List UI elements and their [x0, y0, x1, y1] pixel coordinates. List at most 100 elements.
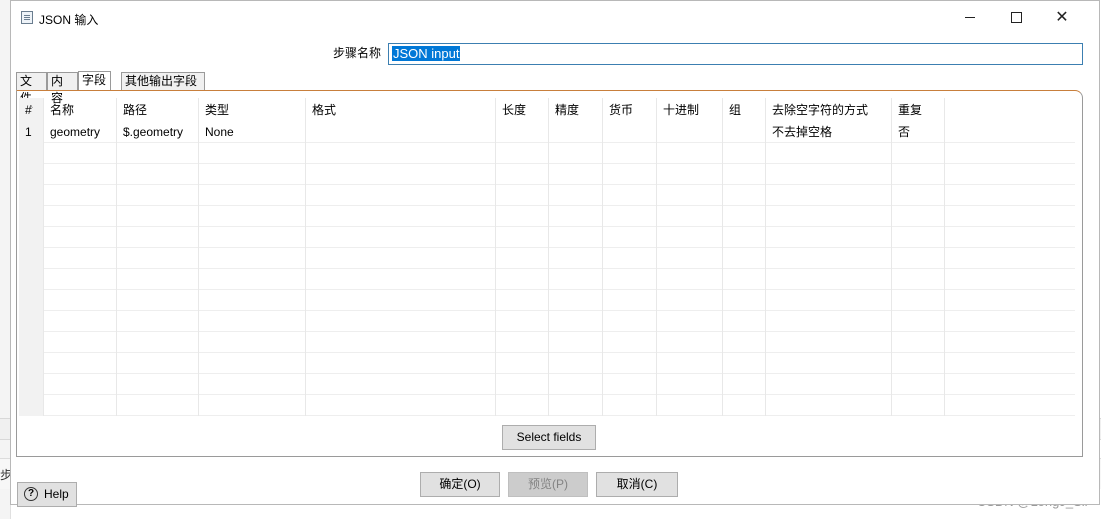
empty-cell[interactable]	[945, 290, 1075, 311]
empty-cell[interactable]	[496, 248, 549, 269]
empty-cell[interactable]	[496, 164, 549, 185]
title-bar[interactable]: JSON 输入 ✕	[11, 1, 1099, 35]
empty-table-row[interactable]	[19, 332, 1075, 353]
preview-button[interactable]: 预览(P)	[508, 472, 588, 497]
cancel-button[interactable]: 取消(C)	[596, 472, 678, 497]
empty-cell[interactable]	[657, 185, 723, 206]
empty-cell[interactable]	[657, 227, 723, 248]
empty-cell[interactable]	[549, 353, 603, 374]
tab-other-output-fields[interactable]: 其他输出字段	[121, 72, 205, 90]
column-header-format[interactable]: 格式	[306, 98, 496, 122]
empty-cell[interactable]	[657, 374, 723, 395]
empty-cell[interactable]	[549, 332, 603, 353]
empty-cell[interactable]	[945, 227, 1075, 248]
empty-cell[interactable]	[603, 269, 657, 290]
empty-cell[interactable]	[44, 353, 117, 374]
empty-cell[interactable]	[306, 185, 496, 206]
empty-cell[interactable]	[549, 311, 603, 332]
column-header-index[interactable]: ^ #	[19, 98, 44, 122]
empty-cell[interactable]	[199, 143, 306, 164]
empty-cell[interactable]	[657, 395, 723, 416]
empty-cell[interactable]	[549, 269, 603, 290]
empty-cell[interactable]	[44, 164, 117, 185]
empty-cell[interactable]	[892, 353, 945, 374]
empty-cell[interactable]	[657, 164, 723, 185]
minimize-button[interactable]	[947, 1, 993, 35]
empty-cell[interactable]	[44, 311, 117, 332]
empty-cell[interactable]	[496, 143, 549, 164]
column-header-name[interactable]: 名称	[44, 98, 117, 122]
cell-trim-type[interactable]: 不去掉空格	[766, 122, 892, 143]
empty-cell[interactable]	[892, 290, 945, 311]
empty-cell[interactable]	[549, 227, 603, 248]
empty-cell[interactable]	[945, 269, 1075, 290]
empty-cell[interactable]	[199, 248, 306, 269]
cell-path[interactable]: $.geometry	[117, 122, 199, 143]
help-button[interactable]: ? Help	[17, 482, 77, 507]
empty-cell[interactable]	[199, 353, 306, 374]
empty-cell[interactable]	[199, 164, 306, 185]
close-button[interactable]: ✕	[1039, 1, 1085, 35]
empty-cell[interactable]	[945, 248, 1075, 269]
empty-cell[interactable]	[723, 248, 766, 269]
empty-cell[interactable]	[199, 185, 306, 206]
column-header-precision[interactable]: 精度	[549, 98, 603, 122]
empty-cell[interactable]	[603, 248, 657, 269]
empty-cell[interactable]	[603, 311, 657, 332]
empty-cell[interactable]	[199, 269, 306, 290]
empty-cell[interactable]	[496, 290, 549, 311]
empty-cell[interactable]	[892, 269, 945, 290]
column-header-currency[interactable]: 货币	[603, 98, 657, 122]
empty-cell[interactable]	[892, 164, 945, 185]
empty-cell[interactable]	[117, 143, 199, 164]
empty-cell[interactable]	[306, 395, 496, 416]
column-header-length[interactable]: 长度	[496, 98, 549, 122]
empty-cell[interactable]	[549, 143, 603, 164]
cell-name[interactable]: geometry	[44, 122, 117, 143]
cell-decimal[interactable]	[657, 122, 723, 143]
empty-cell[interactable]	[306, 374, 496, 395]
empty-cell[interactable]	[723, 206, 766, 227]
empty-cell[interactable]	[766, 143, 892, 164]
empty-cell[interactable]	[306, 143, 496, 164]
empty-cell[interactable]	[44, 395, 117, 416]
empty-cell[interactable]	[657, 143, 723, 164]
empty-cell[interactable]	[603, 332, 657, 353]
maximize-button[interactable]	[993, 1, 1039, 35]
empty-cell[interactable]	[496, 374, 549, 395]
empty-cell[interactable]	[945, 311, 1075, 332]
empty-cell[interactable]	[766, 332, 892, 353]
empty-table-row[interactable]	[19, 311, 1075, 332]
empty-cell[interactable]	[945, 164, 1075, 185]
empty-cell[interactable]	[766, 164, 892, 185]
empty-cell[interactable]	[892, 227, 945, 248]
empty-table-row[interactable]	[19, 143, 1075, 164]
cell-group[interactable]	[723, 122, 766, 143]
empty-cell[interactable]	[199, 395, 306, 416]
empty-cell[interactable]	[766, 269, 892, 290]
table-row[interactable]: 1 geometry $.geometry None 不去掉空格 否	[19, 122, 1075, 143]
column-header-type[interactable]: 类型	[199, 98, 306, 122]
empty-cell[interactable]	[723, 164, 766, 185]
tab-content[interactable]: 内容	[47, 72, 78, 105]
empty-cell[interactable]	[723, 185, 766, 206]
empty-cell[interactable]	[117, 248, 199, 269]
empty-cell[interactable]	[117, 332, 199, 353]
empty-cell[interactable]	[117, 374, 199, 395]
empty-cell[interactable]	[945, 206, 1075, 227]
empty-cell[interactable]	[603, 290, 657, 311]
empty-cell[interactable]	[44, 248, 117, 269]
empty-cell[interactable]	[723, 290, 766, 311]
empty-cell[interactable]	[603, 374, 657, 395]
empty-cell[interactable]	[723, 374, 766, 395]
empty-cell[interactable]	[199, 206, 306, 227]
empty-cell[interactable]	[549, 185, 603, 206]
tab-fields[interactable]: 字段	[78, 71, 111, 91]
empty-cell[interactable]	[117, 269, 199, 290]
empty-cell[interactable]	[306, 311, 496, 332]
column-header-path[interactable]: 路径	[117, 98, 199, 122]
empty-cell[interactable]	[496, 332, 549, 353]
empty-cell[interactable]	[117, 206, 199, 227]
empty-cell[interactable]	[766, 290, 892, 311]
empty-cell[interactable]	[496, 311, 549, 332]
